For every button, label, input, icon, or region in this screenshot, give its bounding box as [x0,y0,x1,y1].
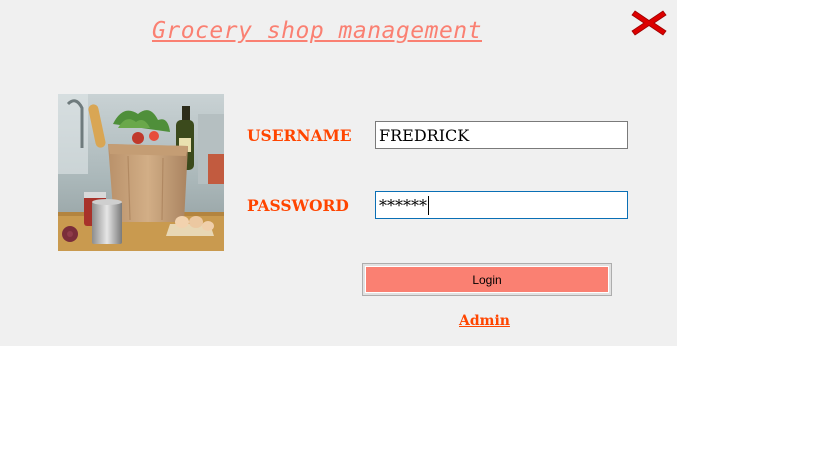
app-title: Grocery shop management [152,18,482,44]
grocery-bag-image [58,94,224,251]
login-button-face: Login [365,266,609,293]
password-label: PASSWORD [247,196,349,215]
username-label: USERNAME [247,126,352,145]
login-button[interactable]: Login [362,263,612,296]
login-form-window: Grocery shop management USERNAME FREDRIC… [0,0,677,346]
username-value: FREDRICK [379,126,470,145]
login-button-label: Login [472,272,502,287]
username-input[interactable]: FREDRICK [375,121,628,149]
admin-link[interactable]: Admin [459,313,510,329]
close-button[interactable] [630,8,668,38]
password-masked-value: ****** [379,196,427,215]
password-input[interactable]: ****** [375,191,628,219]
close-icon [631,10,667,36]
text-caret [428,196,429,215]
